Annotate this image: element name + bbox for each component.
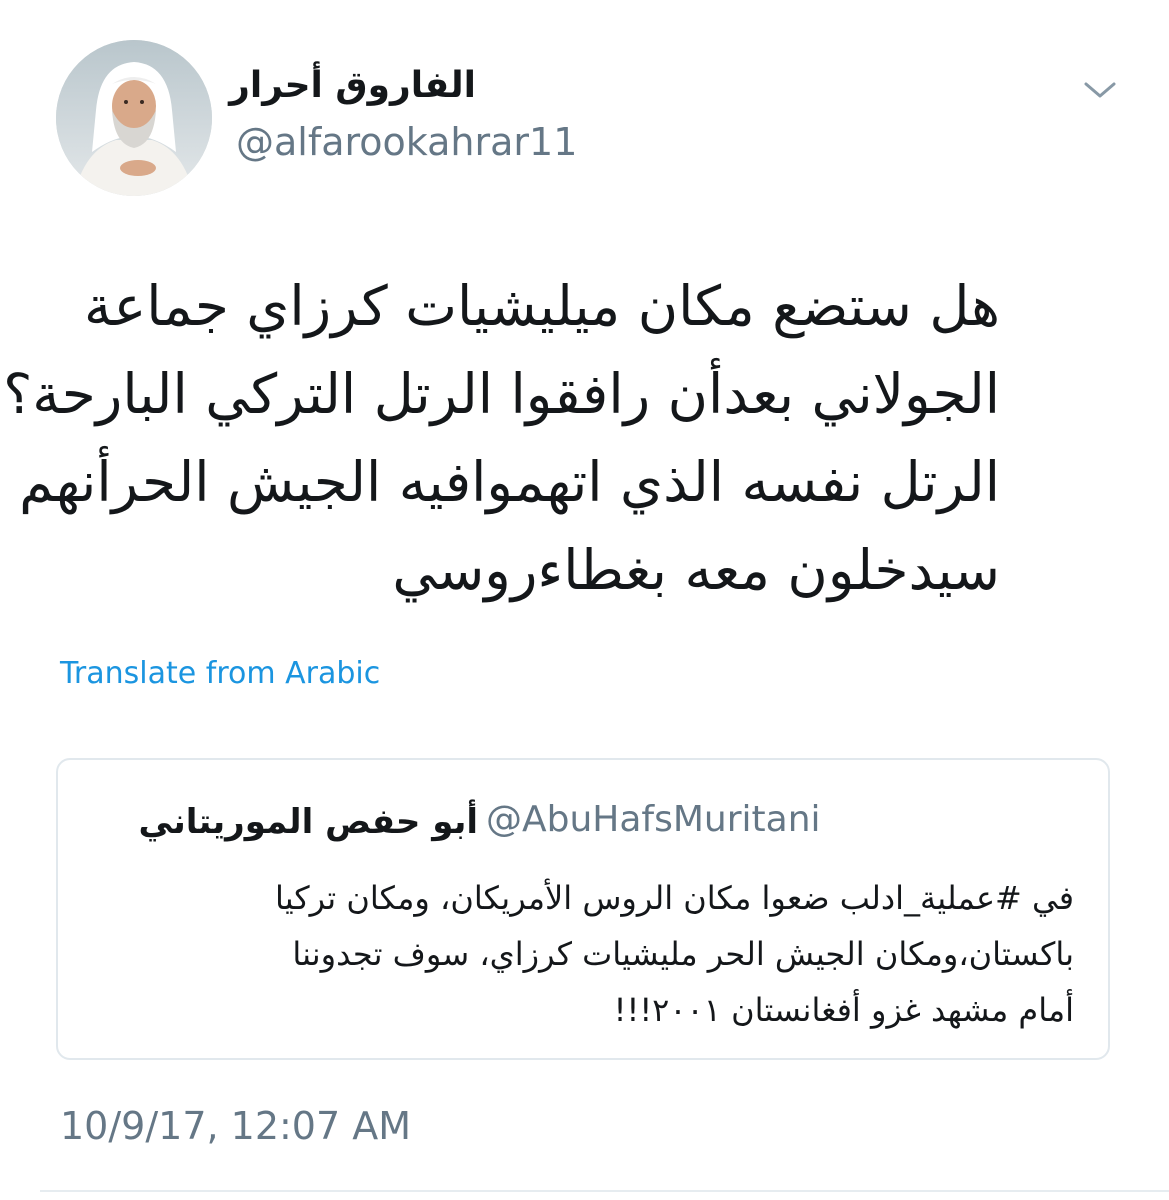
quoted-text-line: باكستان،ومكان الجيش الحر مليشيات كرزاي، … (292, 935, 1074, 973)
quoted-handle: @AbuHafsMuritani (486, 799, 821, 840)
avatar[interactable] (56, 40, 212, 196)
translate-link[interactable]: Translate from Arabic (60, 654, 380, 694)
profile-photo-icon (56, 40, 212, 196)
quoted-tweet-text: في #عملية_ادلب ضعوا مكان الروس الأمريكان… (98, 870, 1074, 1038)
tweet-text-line: هل ستضع مكان ميليشيات كرزاي جماعة (83, 274, 1000, 338)
chevron-down-icon[interactable] (1080, 76, 1120, 104)
quoted-display-name: أبو حفص الموريتاني (138, 802, 478, 842)
divider (40, 1190, 1169, 1192)
author-display-name[interactable]: الفاروق أحرار (229, 64, 476, 108)
tweet-text: هل ستضع مكان ميليشيات كرزاي جماعة الجولا… (3, 262, 1000, 614)
tweet-text-line: سيدخلون معه بغطاءروسي (392, 538, 1000, 602)
quoted-tweet[interactable]: أبو حفص الموريتاني @AbuHafsMuritani في #… (56, 758, 1110, 1060)
quoted-text-line: أمام مشهد غزو أفغانستان ٢٠٠١!!! (613, 991, 1074, 1029)
tweet: الفاروق أحرار @alfarookahrar11 هل ستضع م… (0, 0, 1169, 1200)
author-handle[interactable]: @alfarookahrar11 (236, 120, 577, 164)
tweet-text-line: الجولاني بعدأن رافقوا الرتل التركي البار… (3, 362, 1000, 426)
tweet-text-line: الرتل نفسه الذي اتهموافيه الجيش الحرأنهم (19, 450, 1000, 514)
quoted-text-line: في #عملية_ادلب ضعوا مكان الروس الأمريكان… (274, 879, 1074, 917)
tweet-timestamp[interactable]: 10/9/17, 12:07 AM (60, 1102, 411, 1150)
